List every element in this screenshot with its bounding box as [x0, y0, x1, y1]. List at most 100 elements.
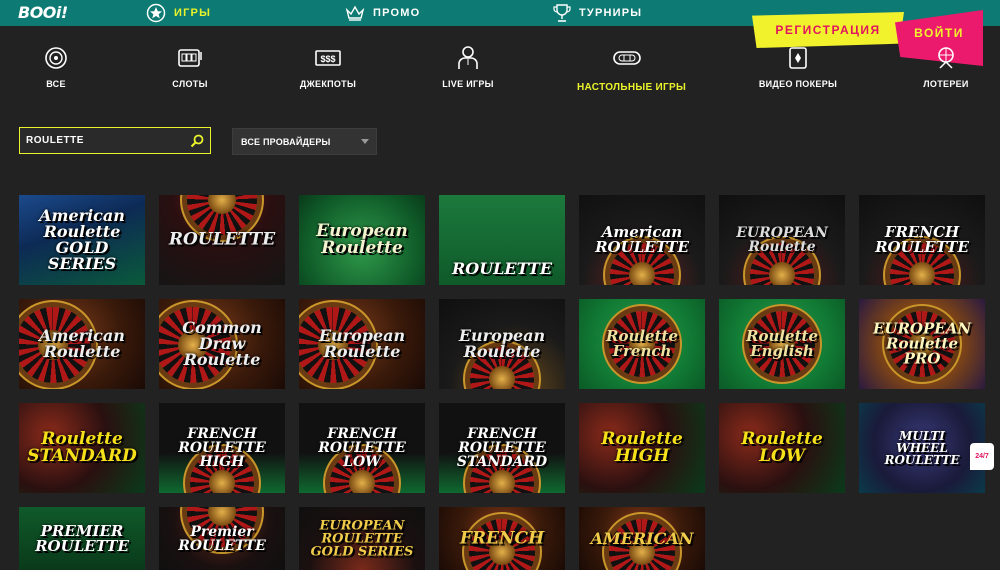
wheel-hub	[208, 195, 236, 214]
game-title: EUROPEAN Roulette PRO	[872, 319, 972, 368]
register-button[interactable]: РЕГИСТРАЦИЯ	[752, 12, 904, 48]
wheel-hub	[489, 366, 515, 389]
category-video-poker[interactable]: ВИДЕО ПОКЕРЫ	[748, 44, 848, 94]
game-title: American Roulette GOLD SERIES	[39, 206, 125, 273]
game-tile[interactable]: AMERICAN	[579, 507, 705, 570]
live-dealer-icon	[454, 44, 482, 72]
topnav-tournaments-label: ТУРНИРЫ	[579, 7, 643, 19]
game-title: ROULETTE	[451, 259, 553, 278]
game-title: Premier ROULETTE	[178, 523, 266, 554]
all-games-icon	[42, 44, 70, 72]
game-title: Roulette LOW	[741, 429, 823, 466]
jackpot-icon: $$$	[314, 44, 342, 72]
game-title: AMERICAN	[590, 528, 694, 548]
support-chat-badge[interactable]: 24/7	[970, 443, 994, 470]
game-tile[interactable]: EUROPEAN Roulette PRO	[859, 299, 985, 389]
game-title: ROULETTE	[168, 229, 276, 250]
game-tile[interactable]: Roulette LOW	[719, 403, 845, 493]
provider-select-value: ВСЕ ПРОВАЙДЕРЫ	[241, 137, 331, 147]
game-title: American Roulette	[39, 326, 125, 361]
game-tile[interactable]: PREMIER ROULETTE	[19, 507, 145, 570]
topnav-promo[interactable]: ПРОМО	[345, 0, 420, 26]
wheel-hub	[769, 262, 795, 285]
category-jackpots-label: ДЖЕКПОТЫ	[299, 79, 357, 89]
game-title: European Roulette	[316, 221, 408, 258]
table-games-icon	[613, 44, 641, 72]
topnav-promo-label: ПРОМО	[373, 7, 421, 19]
game-title: FRENCH	[459, 528, 545, 548]
search-box	[19, 127, 211, 154]
topnav-games-label: ИГРЫ	[174, 7, 212, 19]
game-title: FRENCH ROULETTE HIGH	[178, 426, 266, 470]
game-tile[interactable]: European Roulette	[299, 299, 425, 389]
game-tile[interactable]: FRENCH	[439, 507, 565, 570]
game-tile[interactable]: Roulette STANDARD	[19, 403, 145, 493]
category-video-poker-label: ВИДЕО ПОКЕРЫ	[758, 79, 838, 89]
svg-text:$$$: $$$	[320, 54, 335, 64]
game-tile[interactable]: American Roulette GOLD SERIES	[19, 195, 145, 285]
game-tile[interactable]: FRENCH ROULETTE HIGH	[159, 403, 285, 493]
category-live-label: LIVE ИГРЫ	[442, 79, 494, 89]
chevron-down-icon	[361, 139, 369, 144]
game-tile[interactable]: European Roulette	[299, 195, 425, 285]
game-title: Common Draw Roulette	[182, 318, 262, 369]
crown-icon	[345, 5, 365, 21]
game-title: Roulette French	[605, 327, 679, 360]
wheel-hub	[349, 470, 375, 493]
category-slots[interactable]: СЛОТЫ	[140, 44, 240, 94]
search-icon[interactable]	[190, 134, 204, 148]
game-title: Roulette HIGH	[601, 429, 683, 466]
game-title: FRENCH ROULETTE STANDARD	[456, 426, 548, 470]
category-lottery-label: ЛОТЕРЕИ	[923, 79, 969, 89]
game-tile[interactable]: MULTI WHEEL ROULETTE	[859, 403, 985, 493]
game-tile[interactable]: ROULETTE	[439, 195, 565, 285]
wheel-hub	[909, 262, 935, 285]
trophy-icon	[553, 4, 571, 22]
star-badge-icon	[146, 3, 166, 23]
game-title: Roulette STANDARD	[27, 429, 137, 466]
category-lottery[interactable]: ЛОТЕРЕИ	[896, 44, 996, 94]
wheel-hub	[489, 470, 515, 493]
game-title: EUROPEAN ROULETTE GOLD SERIES	[310, 518, 414, 559]
slot-machine-icon	[176, 44, 204, 72]
game-title: European Roulette	[458, 326, 546, 361]
category-all-label: ВСЕ	[46, 79, 66, 89]
video-poker-icon	[784, 44, 812, 72]
game-title: FRENCH ROULETTE	[875, 223, 969, 256]
game-title: MULTI WHEEL ROULETTE	[884, 429, 960, 467]
category-table-games-label: НАСТОЛЬНЫЕ ИГРЫ	[577, 82, 687, 93]
game-tile[interactable]: Premier ROULETTE	[159, 507, 285, 570]
game-tile[interactable]: Common Draw Roulette	[159, 299, 285, 389]
wheel-hub	[209, 470, 235, 493]
game-tile[interactable]: ROULETTE	[159, 195, 285, 285]
game-tile[interactable]: EUROPEAN Roulette	[719, 195, 845, 285]
game-title: FRENCH ROULETTE LOW	[318, 426, 406, 470]
game-title: American ROULETTE	[595, 223, 689, 256]
topnav-tournaments[interactable]: ТУРНИРЫ	[553, 0, 642, 26]
provider-select[interactable]: ВСЕ ПРОВАЙДЕРЫ	[232, 128, 377, 155]
game-tile[interactable]: European Roulette	[439, 299, 565, 389]
game-title: EUROPEAN Roulette	[736, 225, 828, 255]
category-live[interactable]: LIVE ИГРЫ	[418, 44, 518, 94]
game-title: European Roulette	[318, 326, 406, 361]
topnav-games[interactable]: ИГРЫ	[146, 0, 211, 26]
game-tile[interactable]: Roulette HIGH	[579, 403, 705, 493]
category-table-games[interactable]: НАСТОЛЬНЫЕ ИГРЫ	[577, 44, 687, 94]
game-tile[interactable]: Roulette English	[719, 299, 845, 389]
game-tile[interactable]: FRENCH ROULETTE	[859, 195, 985, 285]
category-all[interactable]: ВСЕ	[6, 44, 106, 94]
brand-logo[interactable]: BOOi!	[18, 3, 68, 22]
category-jackpots[interactable]: $$$ ДЖЕКПОТЫ	[278, 44, 378, 94]
game-tile[interactable]: Roulette French	[579, 299, 705, 389]
game-tile[interactable]: EUROPEAN ROULETTE GOLD SERIES	[299, 507, 425, 570]
game-tile[interactable]: American Roulette	[19, 299, 145, 389]
game-tile[interactable]: FRENCH ROULETTE STANDARD	[439, 403, 565, 493]
game-title: Roulette English	[745, 327, 819, 360]
search-input[interactable]	[26, 128, 186, 153]
wheel-hub	[629, 262, 655, 285]
game-title: PREMIER ROULETTE	[35, 521, 129, 555]
lottery-icon	[932, 44, 960, 72]
game-tile[interactable]: American ROULETTE	[579, 195, 705, 285]
game-tile[interactable]: FRENCH ROULETTE LOW	[299, 403, 425, 493]
category-slots-label: СЛОТЫ	[172, 79, 208, 89]
